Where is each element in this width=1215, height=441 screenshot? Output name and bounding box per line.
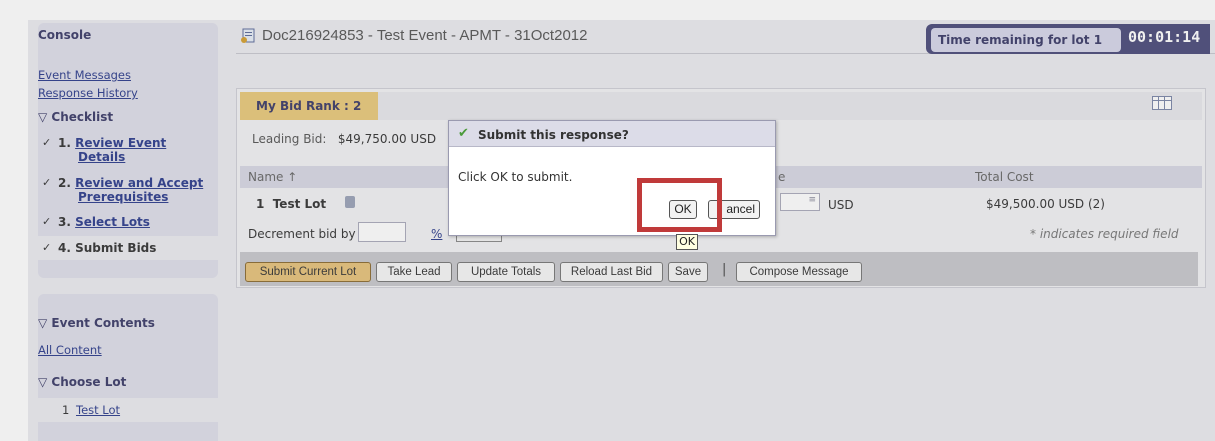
ok-button-highlight <box>637 178 722 232</box>
dialog-title: Submit this response? <box>478 128 629 142</box>
checkmark-icon: ✔ <box>458 126 469 141</box>
dialog-message: Click OK to submit. <box>458 170 573 184</box>
ok-tooltip: OK <box>676 234 698 250</box>
